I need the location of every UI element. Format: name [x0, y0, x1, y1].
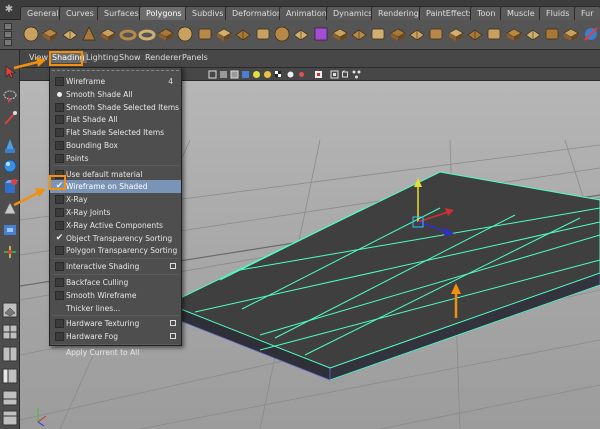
shading-menu-highlight-box	[49, 51, 83, 66]
tutorial-annotations	[13, 51, 461, 318]
annotation-arrow-wireframe-edge	[451, 283, 461, 318]
wireframe-check-highlight-box	[49, 175, 66, 190]
annotation-arrow-shading	[13, 57, 46, 70]
annotation-arrow-wireframe	[13, 188, 46, 207]
